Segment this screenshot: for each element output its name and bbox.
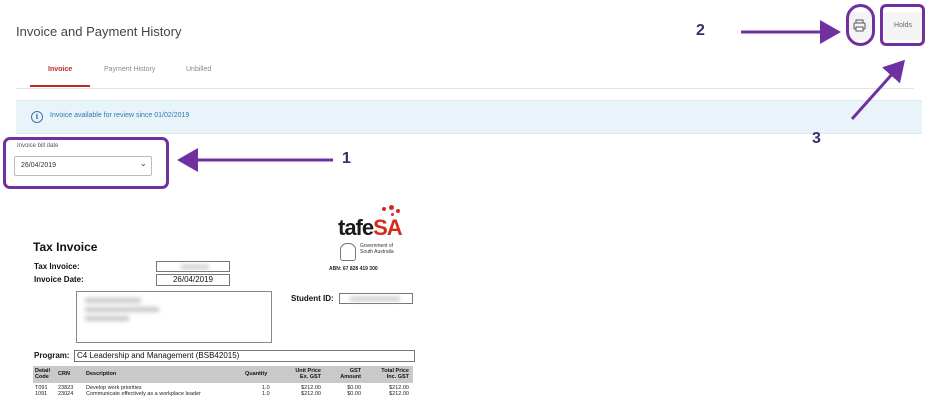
logo-dot [389,205,394,210]
col-inc-gst: Inc. GST [386,374,409,380]
invoice-date-label: Invoice Date: [34,275,84,284]
redacted-value [85,298,141,303]
gov-line-2: South Australia [360,249,394,255]
program-label: Program: [34,351,70,360]
invoice-table-header: Detail Code CRN Description Quantity Unit… [33,366,413,383]
row-description: Communicate effectively as a workplace l… [86,391,201,397]
row-crn: 23024 [58,391,74,397]
invoice-document: tafeSA Government of South Australia ABN:… [33,205,423,413]
col-crn: CRN [58,371,70,377]
logo-dot [382,207,386,211]
row-quantity: 1.0 [262,391,270,397]
col-description: Description [86,371,117,377]
logo-dot [396,209,400,213]
col-code: Code [35,374,49,380]
student-id-label: Student ID: [291,294,334,303]
tax-invoice-number-box [156,261,230,272]
redacted-value [85,307,159,312]
logo-suffix-text: SA [373,215,403,240]
student-address-box [76,291,272,343]
row-total: $212.00 [389,391,409,397]
col-quantity: Quantity [245,371,268,377]
row-unit-price: $212.00 [301,391,321,397]
tafesa-logo: tafeSA [338,215,403,241]
abn-number: ABN: 67 828 419 300 [329,266,378,272]
row-code: 1091 [35,391,48,397]
row-gst: $0.00 [347,391,361,397]
invoice-title: Tax Invoice [33,240,98,254]
col-ex-gst: Ex. GST [299,374,321,380]
invoice-date-value: 26/04/2019 [156,274,230,286]
tax-invoice-label: Tax Invoice: [34,262,80,271]
redacted-value [85,316,129,321]
program-value: C4 Leadership and Management (BSB42015) [74,350,415,362]
col-amount: Amount [340,374,361,380]
annotation-highlight-bill-date [3,137,169,189]
logo-main-text: tafe [338,215,374,240]
student-id-box [339,293,413,304]
crest-icon [340,243,356,261]
arrow-to-holds [850,59,906,121]
government-logo: Government of South Australia [340,243,408,263]
redacted-value [350,297,400,301]
redacted-value [181,265,209,269]
